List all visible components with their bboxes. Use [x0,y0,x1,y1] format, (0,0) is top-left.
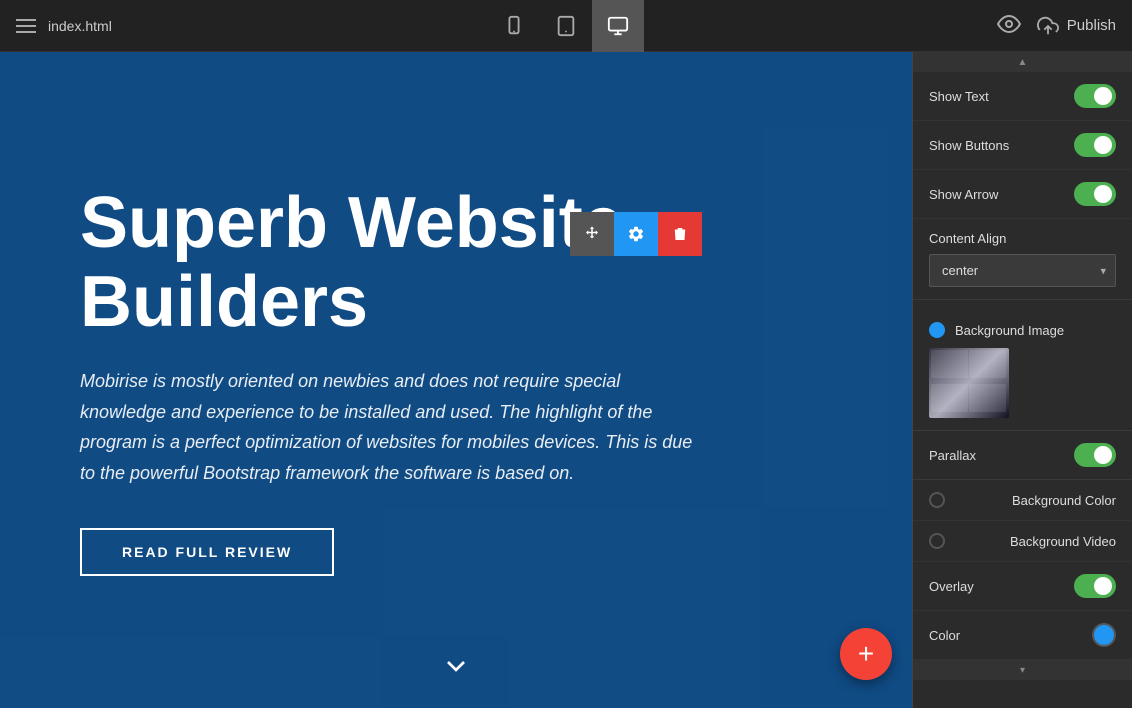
hamburger-line1 [16,19,36,21]
background-image-thumbnail[interactable] [929,348,1009,418]
eye-icon [997,12,1021,36]
overlay-row: Overlay [913,562,1132,611]
show-text-label: Show Text [929,89,989,104]
hero-text: Mobirise is mostly oriented on newbies a… [80,366,700,488]
show-buttons-toggle[interactable] [1074,133,1116,157]
menu-button[interactable] [16,19,36,33]
topbar: index.html Publish [0,0,1132,52]
show-arrow-slider [1074,182,1116,206]
filename-label: index.html [48,18,112,34]
color-row: Color [913,611,1132,660]
background-video-radio[interactable] [929,533,945,549]
thumb-cell-3 [931,384,968,412]
topbar-right: Publish [997,12,1116,39]
move-block-button[interactable] [570,212,614,256]
publish-button[interactable]: Publish [1037,15,1116,37]
thumb-cell-4 [969,384,1006,412]
show-text-row: Show Text [913,72,1132,121]
content-align-label: Content Align [929,231,1116,246]
thumbnail-preview [929,348,1009,418]
background-image-row: Background Image [929,322,1116,338]
background-color-radio[interactable] [929,492,945,508]
overlay-toggle[interactable] [1074,574,1116,598]
trash-icon [671,225,689,243]
main-area: Superb Website Builders Mobirise is most… [0,52,1132,708]
move-icon [583,225,601,243]
mobile-device-button[interactable] [488,0,540,52]
show-arrow-toggle[interactable] [1074,182,1116,206]
show-text-toggle[interactable] [1074,84,1116,108]
add-block-button[interactable]: + [840,628,892,680]
background-video-label: Background Video [1010,534,1116,549]
tablet-icon [555,15,577,37]
chevron-down-icon [440,650,472,682]
color-label: Color [929,628,960,643]
content-align-wrapper: left center right ▾ [929,254,1116,287]
canvas: Superb Website Builders Mobirise is most… [0,52,912,708]
topbar-left: index.html [16,18,112,34]
device-switcher [488,0,644,52]
show-arrow-row: Show Arrow [913,170,1132,219]
cloud-icon [1037,15,1059,37]
hero-title: Superb Website Builders [80,184,832,342]
publish-label: Publish [1067,17,1116,34]
mobile-icon [503,15,525,37]
scroll-down-button[interactable]: ▾ [913,660,1132,680]
content-align-section: Content Align left center right ▾ [913,219,1132,300]
background-color-row: Background Color [913,480,1132,521]
hero-section: Superb Website Builders Mobirise is most… [0,52,912,708]
block-toolbar [570,212,702,256]
hamburger-line3 [16,31,36,33]
color-swatch[interactable] [1092,623,1116,647]
parallax-row: Parallax [913,431,1132,480]
background-color-label: Background Color [1012,493,1116,508]
desktop-device-button[interactable] [592,0,644,52]
thumb-cell-1 [931,350,968,378]
delete-block-button[interactable] [658,212,702,256]
parallax-label: Parallax [929,448,976,463]
scroll-arrow-indicator[interactable] [440,650,472,688]
preview-button[interactable] [997,12,1021,39]
parallax-toggle[interactable] [1074,443,1116,467]
show-buttons-slider [1074,133,1116,157]
background-video-row: Background Video [913,521,1132,562]
show-buttons-row: Show Buttons [913,121,1132,170]
gear-icon [627,225,645,243]
background-image-label: Background Image [955,323,1064,338]
overlay-slider [1074,574,1116,598]
content-align-select[interactable]: left center right [929,254,1116,287]
settings-block-button[interactable] [614,212,658,256]
thumb-cell-2 [969,350,1006,378]
properties-panel: ▲ Show Text Show Buttons Show Arrow [912,52,1132,708]
hamburger-line2 [16,25,36,27]
canvas-content: Superb Website Builders Mobirise is most… [80,184,832,577]
parallax-slider [1074,443,1116,467]
tablet-device-button[interactable] [540,0,592,52]
overlay-label: Overlay [929,579,974,594]
show-buttons-label: Show Buttons [929,138,1009,153]
show-arrow-label: Show Arrow [929,187,998,202]
hero-cta-button[interactable]: READ FULL REVIEW [80,528,334,576]
desktop-icon [607,15,629,37]
background-image-section: Background Image [913,300,1132,431]
show-text-slider [1074,84,1116,108]
background-image-radio[interactable] [929,322,945,338]
scroll-up-button[interactable]: ▲ [913,52,1132,72]
